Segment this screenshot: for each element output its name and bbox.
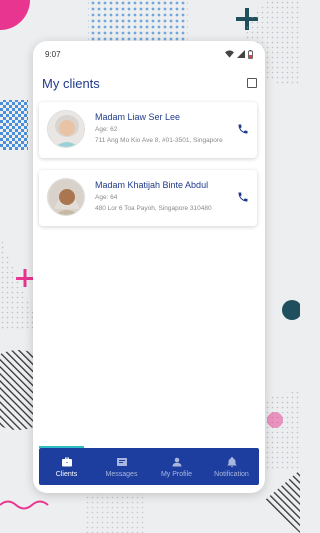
phone-screen: 9:07 My clients Madam Liaw Ser Lee Age: … — [33, 41, 265, 493]
app-header: My clients — [33, 69, 265, 97]
client-card[interactable]: Madam Khatijah Binte Abdul Age: 64 480 L… — [39, 170, 257, 226]
client-name: Madam Liaw Ser Lee — [95, 112, 181, 122]
briefcase-icon — [61, 457, 72, 466]
select-all-checkbox[interactable] — [247, 78, 257, 88]
signal-icon — [237, 50, 245, 58]
wifi-icon — [225, 50, 234, 58]
avatar — [47, 178, 85, 216]
client-age: Age: 64 — [95, 194, 118, 201]
nav-clients[interactable]: Clients — [39, 448, 94, 485]
client-address: 711 Ang Mo Kio Ave 8, #01-3501, Singapor… — [95, 137, 223, 144]
client-age: Age: 62 — [95, 126, 118, 133]
avatar — [47, 110, 85, 148]
client-card[interactable]: Madam Liaw Ser Lee Age: 62 711 Ang Mo Ki… — [39, 102, 257, 158]
nav-label: Clients — [55, 470, 78, 478]
nav-label: My Profile — [160, 470, 193, 478]
status-bar: 9:07 — [33, 41, 265, 67]
phone-icon[interactable] — [237, 123, 249, 135]
nav-label: Messages — [105, 470, 138, 478]
status-icons — [225, 49, 253, 59]
battery-icon — [248, 49, 253, 59]
client-name: Madam Khatijah Binte Abdul — [95, 180, 209, 190]
bell-icon — [227, 456, 236, 467]
active-tab-indicator — [39, 446, 84, 448]
person-icon — [172, 457, 181, 466]
nav-messages[interactable]: Messages — [94, 448, 149, 485]
nav-notification[interactable]: Notification — [204, 448, 259, 485]
bottom-navigation: Clients Messages My Profile Notification — [39, 446, 259, 485]
nav-my-profile[interactable]: My Profile — [149, 448, 204, 485]
status-time: 9:07 — [45, 49, 61, 59]
nav-label: Notification — [214, 470, 249, 478]
message-icon — [116, 457, 127, 466]
page-title: My clients — [42, 75, 100, 91]
phone-icon[interactable] — [237, 191, 249, 203]
client-address: 480 Lor 6 Toa Payoh, Singapore 310480 — [95, 205, 212, 212]
